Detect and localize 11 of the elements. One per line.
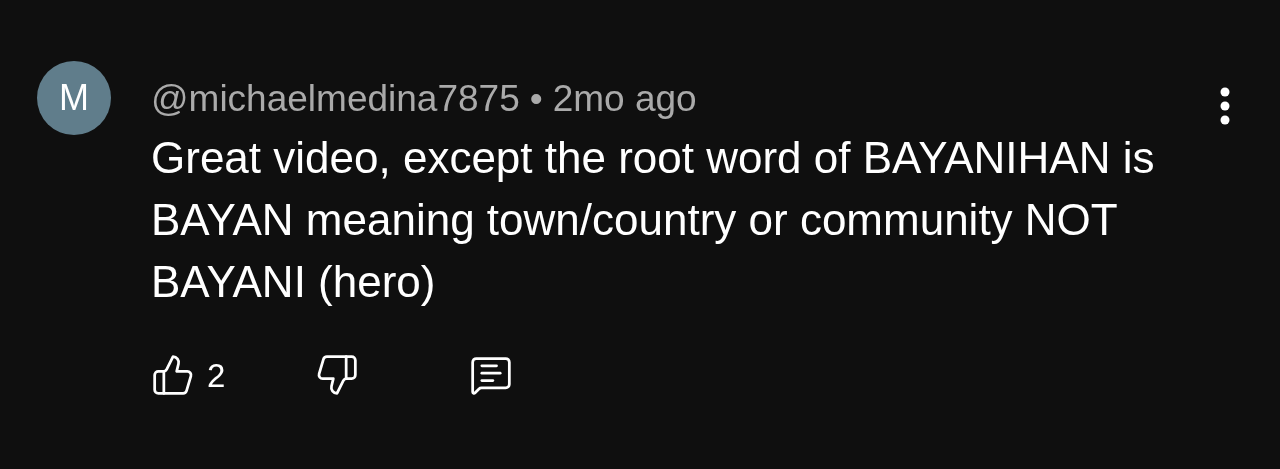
more-icon [1220, 87, 1230, 125]
like-button[interactable]: 2 [151, 350, 226, 400]
author-name[interactable]: @michaelmedina7875 [151, 71, 520, 127]
avatar[interactable]: M [37, 61, 111, 135]
thumbs-up-icon [151, 353, 195, 398]
thumbs-down-icon [315, 353, 360, 398]
comment-text: Great video, except the root word of BAYANIHAN is BAYAN meaning town/country or community NOT BAYANI (hero) [151, 131, 1156, 308]
comment-time: 2mo ago [552, 77, 697, 121]
dislike-button[interactable] [315, 353, 360, 398]
separator-dot: • [529, 77, 543, 121]
more-options-button[interactable] [1220, 87, 1230, 125]
